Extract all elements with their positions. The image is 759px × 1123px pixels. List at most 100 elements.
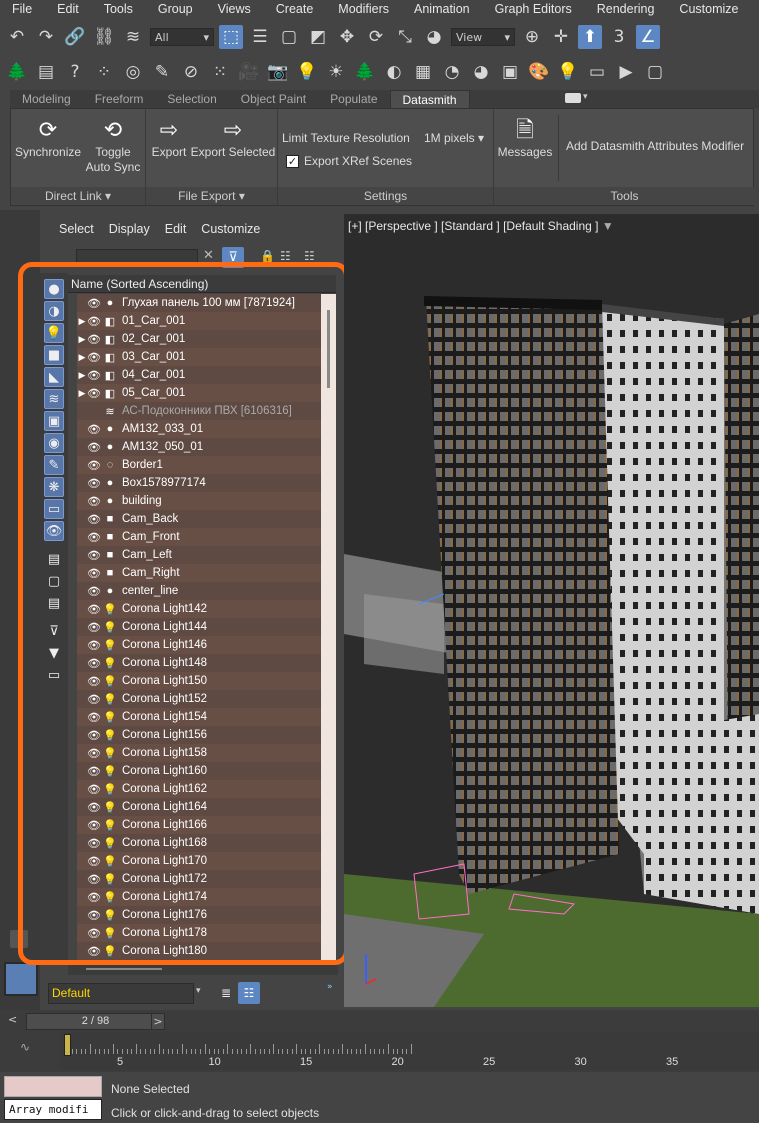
groups-filter-icon[interactable]: ▣ xyxy=(44,411,64,431)
visibility-eye-icon[interactable]: 👁 xyxy=(87,693,101,706)
texture-resolution-dropdown[interactable]: 1M pixels ▾ xyxy=(424,131,484,146)
filter-icon[interactable]: ▼ xyxy=(44,643,64,663)
display-none-icon[interactable]: ▢ xyxy=(44,571,64,591)
add-datasmith-modifier-button[interactable]: Add Datasmith Attributes Modifier xyxy=(566,139,744,154)
vertical-scrollbar[interactable] xyxy=(321,294,336,960)
ribbon-tab-datasmith[interactable]: Datasmith xyxy=(389,90,470,108)
visibility-eye-icon[interactable]: 👁 xyxy=(87,351,101,364)
list-item[interactable]: 👁 ● center_line xyxy=(77,582,321,600)
snap-toggle-icon[interactable]: 3 xyxy=(607,25,631,49)
list-item[interactable]: 👁 ● building xyxy=(77,492,321,510)
ribbon-tab-freeform[interactable]: Freeform xyxy=(83,90,156,108)
undo-icon[interactable]: ↶ xyxy=(5,25,29,49)
render-setup-icon[interactable]: 🎥 xyxy=(237,60,261,84)
list-item[interactable]: ≋ АС-Подоконники ПВХ [6106316] xyxy=(77,402,321,420)
expand-arrow-icon[interactable]: ▶ xyxy=(77,316,87,327)
scrollbar-thumb[interactable] xyxy=(327,310,330,388)
visibility-eye-icon[interactable]: 👁 xyxy=(87,639,101,652)
export-selected-button[interactable]: ⇨ Export Selected xyxy=(188,115,278,160)
render-icon[interactable]: ◔ xyxy=(440,60,464,84)
visibility-eye-icon[interactable]: 👁 xyxy=(87,459,101,472)
next-frame-icon[interactable]: > xyxy=(151,1013,165,1030)
list-item[interactable]: 👁 💡 Corona Light160 xyxy=(77,762,321,780)
list-item[interactable]: 👁 💡 Corona Light178 xyxy=(77,924,321,942)
visibility-eye-icon[interactable]: 👁 xyxy=(87,585,101,598)
layer-icon[interactable]: ☷ xyxy=(304,249,315,263)
track-bar[interactable]: 5 10 15 20 25 30 35 xyxy=(60,1032,759,1070)
render-region-icon[interactable]: ▣ xyxy=(498,60,522,84)
visibility-eye-icon[interactable]: 👁 xyxy=(87,801,101,814)
visibility-eye-icon[interactable]: 👁 xyxy=(87,855,101,868)
spacewarps-filter-icon[interactable]: ≋ xyxy=(44,389,64,409)
filter-icon[interactable]: ⊽ xyxy=(222,247,244,268)
chevron-down-icon[interactable]: ▾ xyxy=(196,986,201,996)
list-item[interactable]: 👁 ● Box1578977174 xyxy=(77,474,321,492)
expand-icon[interactable]: » xyxy=(327,982,333,992)
container-icon[interactable]: ▭ xyxy=(44,665,64,685)
visibility-eye-icon[interactable]: 👁 xyxy=(87,927,101,940)
messages-button[interactable]: 🗎 Messages xyxy=(497,115,553,160)
ribbon-tab-populate[interactable]: Populate xyxy=(318,90,389,108)
lock-icon[interactable]: 🔒 xyxy=(260,249,275,263)
layers-icon[interactable]: ≣ xyxy=(216,983,236,1003)
viewport-render-icon[interactable]: ▭ xyxy=(585,60,609,84)
scene-explorer-icon[interactable]: ▤ xyxy=(34,60,58,84)
video-icon[interactable]: ▶ xyxy=(614,60,638,84)
filter-icon[interactable]: ▼ xyxy=(602,219,614,233)
menu-s[interactable]: S xyxy=(751,2,759,16)
redo-icon[interactable]: ↷ xyxy=(34,25,58,49)
visibility-eye-icon[interactable]: 👁 xyxy=(87,441,101,454)
layer-dropdown[interactable]: Default xyxy=(48,983,194,1004)
lights-filter-icon[interactable]: 💡 xyxy=(44,323,64,343)
list-item[interactable]: 👁 💡 Corona Light166 xyxy=(77,816,321,834)
manipulate-icon[interactable]: ✛ xyxy=(549,25,573,49)
viewport-label[interactable]: [+] [Perspective ] [Standard ] [Default … xyxy=(348,219,614,233)
visibility-eye-icon[interactable]: 👁 xyxy=(87,423,101,436)
light-lister-icon[interactable]: 💡 xyxy=(295,60,319,84)
list-item[interactable]: 👁 💡 Corona Light174 xyxy=(77,888,321,906)
visibility-eye-icon[interactable]: 👁 xyxy=(87,729,101,742)
window-crossing-icon[interactable]: ◩ xyxy=(306,25,330,49)
list-item[interactable]: ▶ 👁 ◧ 03_Car_001 xyxy=(77,348,321,366)
visibility-eye-icon[interactable]: 👁 xyxy=(87,603,101,616)
list-item[interactable]: 👁 💡 Corona Light168 xyxy=(77,834,321,852)
visibility-eye-icon[interactable]: 👁 xyxy=(87,945,101,958)
frame-buffer-icon[interactable]: ▦ xyxy=(411,60,435,84)
visibility-eye-icon[interactable]: 👁 xyxy=(87,621,101,634)
panel-toggle-button[interactable] xyxy=(10,930,28,948)
visibility-eye-icon[interactable]: 👁 xyxy=(87,387,101,400)
menu-animation[interactable]: Animation xyxy=(402,2,470,16)
name-column-header[interactable]: Name (Sorted Ascending) xyxy=(68,275,336,293)
ribbon-tab-object-paint[interactable]: Object Paint xyxy=(229,90,318,108)
unlink-icon[interactable]: ⛓ xyxy=(92,25,116,49)
maxscript-input[interactable]: Array modifi xyxy=(4,1099,102,1120)
list-item[interactable]: 👁 💡 Corona Light148 xyxy=(77,654,321,672)
expand-arrow-icon[interactable]: ▶ xyxy=(77,352,87,363)
visibility-eye-icon[interactable]: 👁 xyxy=(87,513,101,526)
list-item[interactable]: 👁 ● Глухая панель 100 мм [7871924] xyxy=(77,294,321,312)
reference-coord-dropdown[interactable]: View ▾ xyxy=(451,28,515,46)
visibility-eye-icon[interactable]: 👁 xyxy=(87,675,101,688)
perspective-viewport[interactable]: [+] [Perspective ] [Standard ] [Default … xyxy=(344,214,759,1007)
menu-modifiers[interactable]: Modifiers xyxy=(326,2,389,16)
menu-graph-editors[interactable]: Graph Editors xyxy=(483,2,572,16)
visibility-eye-icon[interactable]: 👁 xyxy=(87,567,101,580)
explorer-menu-display[interactable]: Display xyxy=(109,222,150,242)
prev-frame-icon[interactable]: < xyxy=(8,1013,17,1026)
particles-filter-icon[interactable]: ❋ xyxy=(44,477,64,497)
list-item[interactable]: 👁 💡 Corona Light152 xyxy=(77,690,321,708)
visibility-eye-icon[interactable]: 👁 xyxy=(87,549,101,562)
sun-icon[interactable]: ☀ xyxy=(324,60,348,84)
active-color-swatch[interactable] xyxy=(4,962,38,996)
list-item[interactable]: 👁 💡 Corona Light180 xyxy=(77,942,321,960)
list-item[interactable]: 👁 ◌ Border1 xyxy=(77,456,321,474)
bulb-icon[interactable]: 💡 xyxy=(556,60,580,84)
list-item[interactable]: 👁 ■ Cam_Right xyxy=(77,564,321,582)
hierarchy-mode-icon[interactable]: ☷ xyxy=(238,982,260,1004)
scene-search-input[interactable] xyxy=(76,249,198,267)
list-item[interactable]: 👁 💡 Corona Light144 xyxy=(77,618,321,636)
visibility-eye-icon[interactable]: 👁 xyxy=(87,369,101,382)
menu-customize[interactable]: Customize xyxy=(667,2,738,16)
explorer-menu-edit[interactable]: Edit xyxy=(165,222,187,242)
ribbon-minimize-icon[interactable] xyxy=(565,93,581,103)
